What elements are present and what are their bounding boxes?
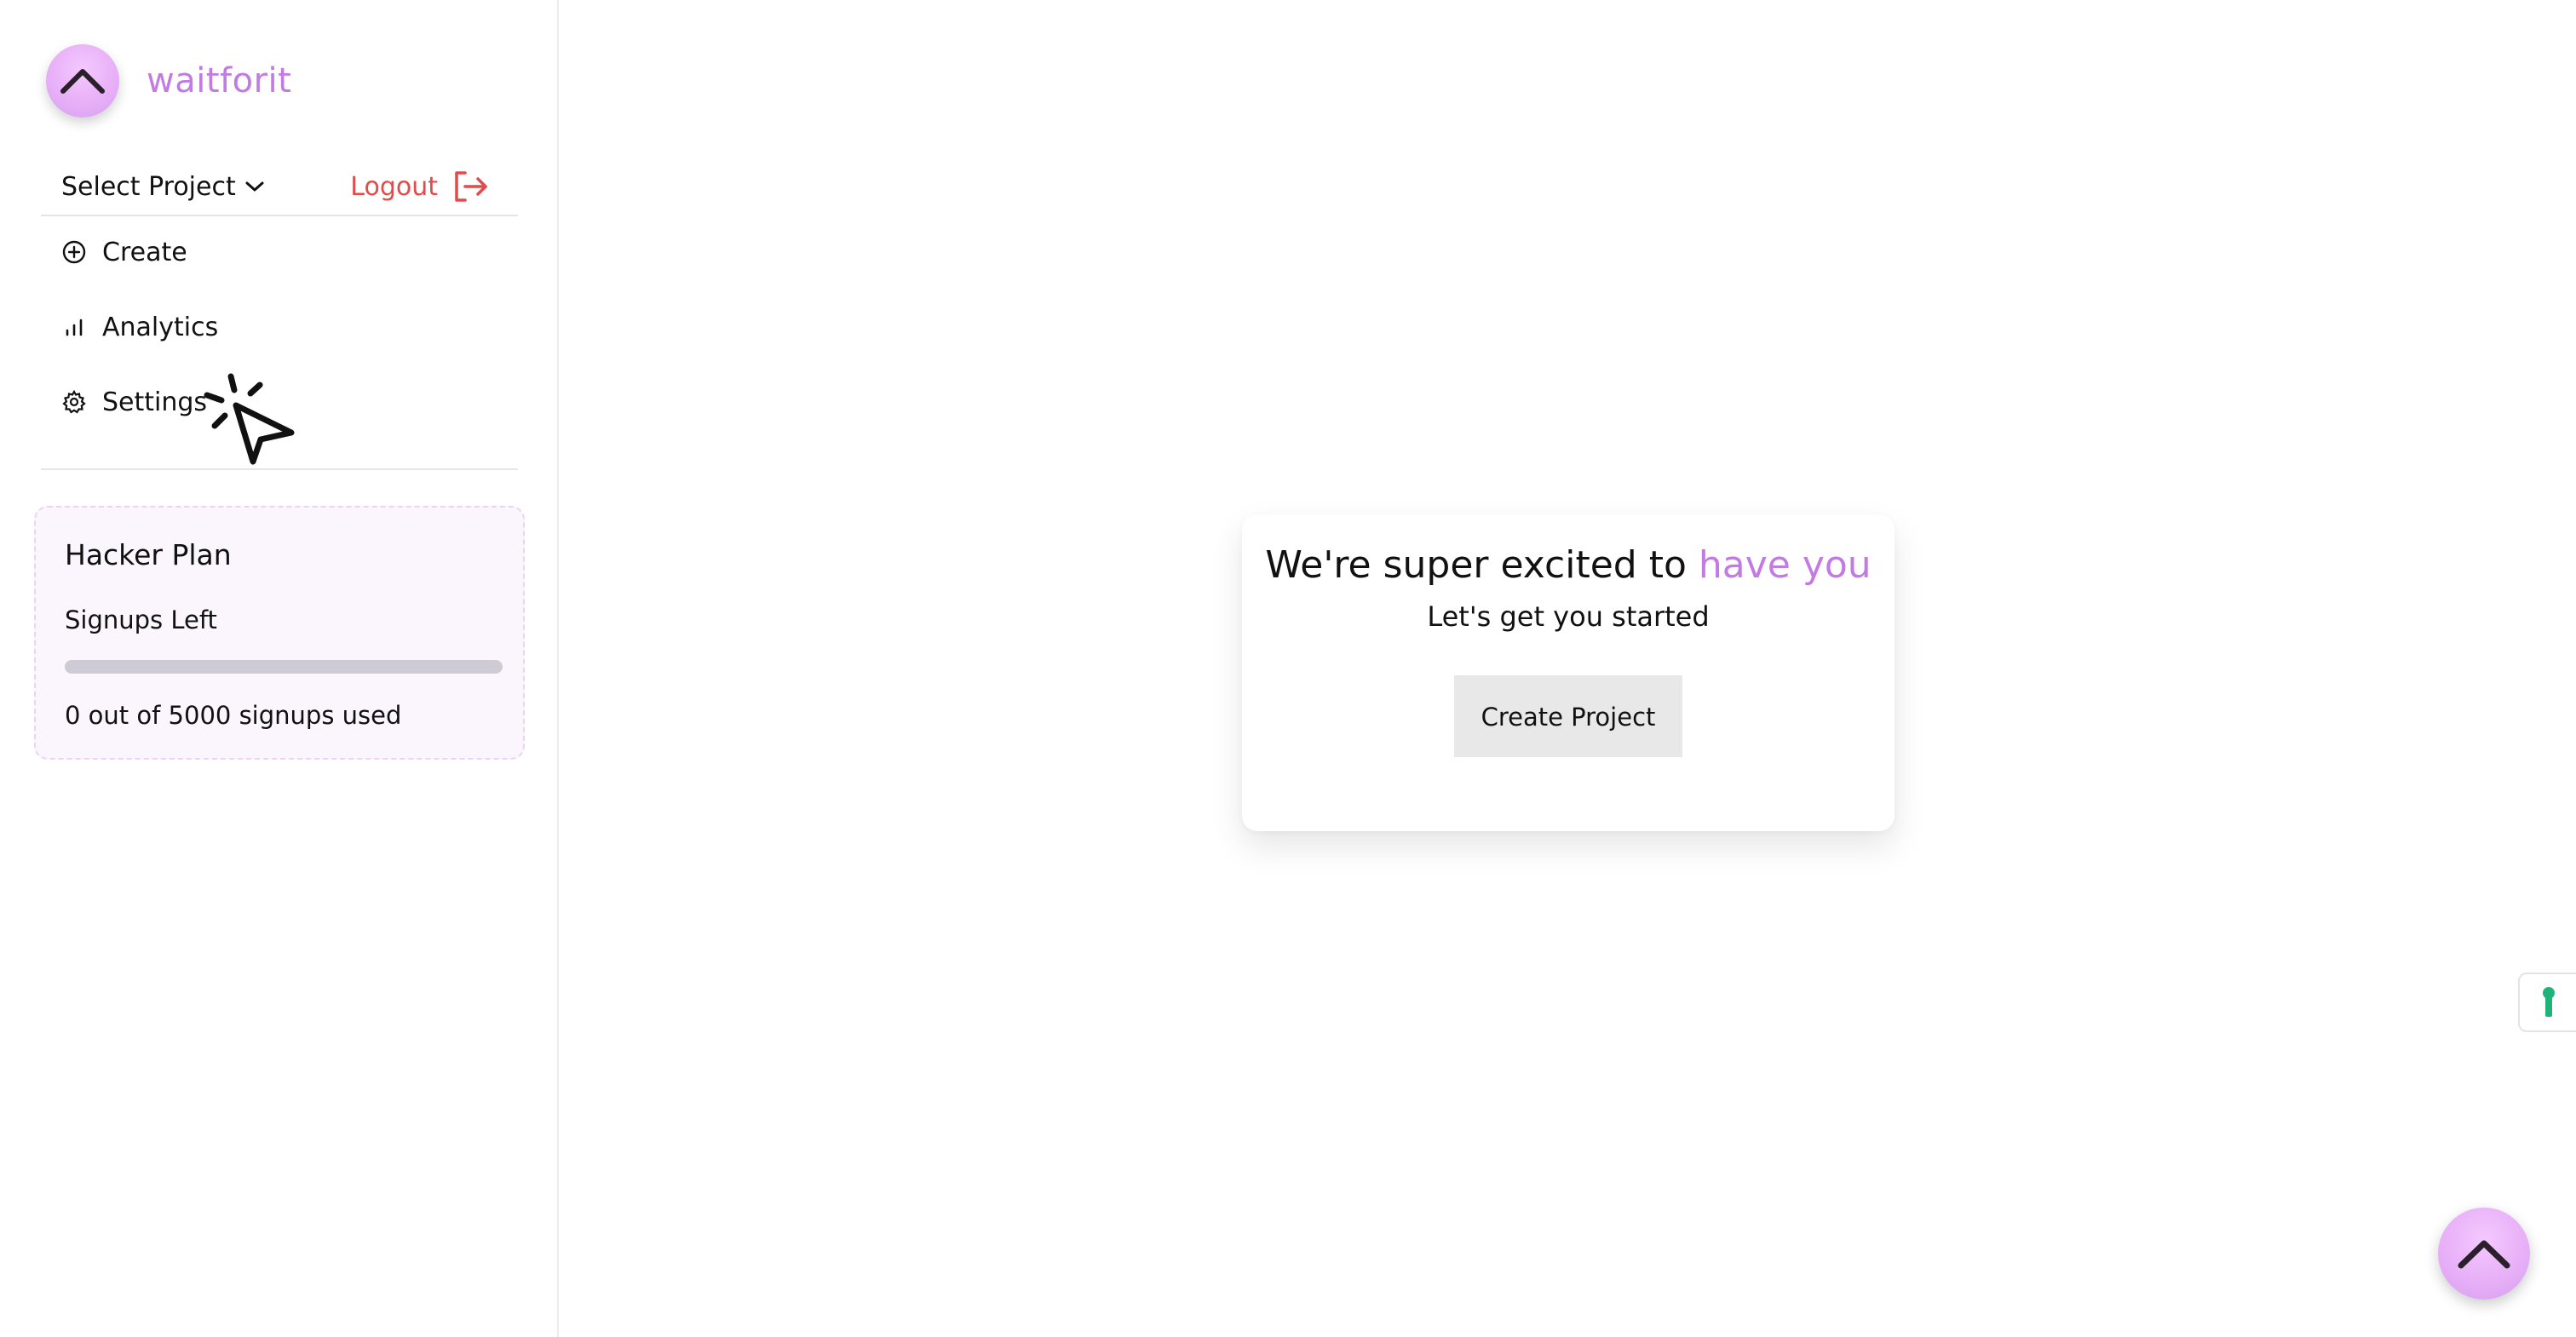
plan-subtitle: Signups Left bbox=[65, 605, 217, 634]
signups-usage-text: 0 out of 5000 signups used bbox=[65, 701, 402, 730]
sidebar-item-analytics[interactable]: Analytics bbox=[61, 307, 218, 347]
side-tab-widget[interactable] bbox=[2518, 973, 2576, 1032]
chevron-down-icon bbox=[245, 181, 264, 192]
bar-chart-icon bbox=[61, 314, 87, 340]
sidebar-item-create[interactable]: Create bbox=[61, 232, 218, 273]
sidebar-nav: Create Analytics Settings bbox=[61, 232, 218, 456]
sidebar-divider bbox=[41, 468, 518, 470]
select-project-dropdown[interactable]: Select Project bbox=[61, 172, 265, 202]
sidebar-item-settings[interactable]: Settings bbox=[61, 382, 218, 422]
sidebar-item-label: Create bbox=[102, 237, 187, 267]
plan-title: Hacker Plan bbox=[65, 538, 232, 571]
welcome-card: We're super excited to have you Let's ge… bbox=[1242, 514, 1895, 831]
click-cursor-icon bbox=[204, 373, 295, 465]
gear-icon bbox=[61, 389, 87, 415]
welcome-title: We're super excited to have you bbox=[1242, 543, 1895, 587]
chevron-up-icon bbox=[2458, 1240, 2510, 1269]
scroll-top-button[interactable] bbox=[2438, 1208, 2530, 1300]
keyhole-icon bbox=[2543, 987, 2555, 1017]
brand[interactable]: waitforit bbox=[46, 44, 291, 118]
logout-icon bbox=[455, 171, 487, 202]
welcome-subtitle: Let's get you started bbox=[1427, 600, 1710, 633]
logout-button[interactable]: Logout bbox=[350, 169, 489, 204]
project-row: Select Project Logout bbox=[41, 158, 518, 216]
chevron-up-icon bbox=[60, 69, 105, 94]
logo bbox=[46, 44, 119, 118]
create-project-button[interactable]: Create Project bbox=[1454, 675, 1682, 757]
welcome-title-text: We're super excited to bbox=[1265, 543, 1699, 587]
signups-progress-bar bbox=[65, 660, 503, 674]
sidebar: waitforit Select Project Logout Create A… bbox=[0, 0, 559, 1337]
app-window: waitforit Select Project Logout Create A… bbox=[0, 0, 2576, 1337]
plus-circle-icon bbox=[61, 239, 87, 265]
brand-name: waitforit bbox=[147, 61, 292, 100]
logout-label: Logout bbox=[350, 171, 438, 202]
plan-card: Hacker Plan Signups Left 0 out of 5000 s… bbox=[34, 506, 525, 760]
sidebar-item-label: Analytics bbox=[102, 312, 219, 342]
sidebar-item-label: Settings bbox=[102, 387, 208, 417]
select-project-label: Select Project bbox=[61, 171, 236, 202]
welcome-title-accent: have you bbox=[1698, 543, 1872, 587]
